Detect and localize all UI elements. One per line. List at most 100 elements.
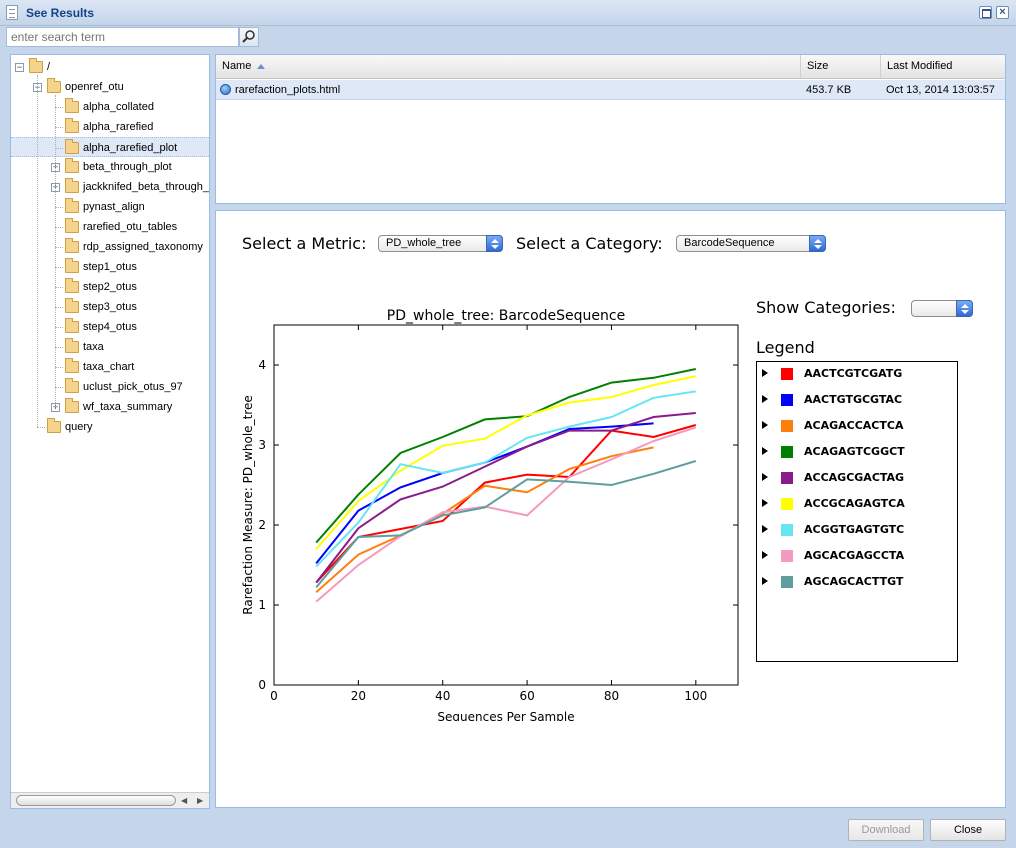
scroll-left-icon[interactable]: ◀ [181, 796, 187, 805]
expand-triangle-icon[interactable] [762, 499, 768, 507]
expand-triangle-icon[interactable] [762, 551, 768, 559]
expand-triangle-icon[interactable] [762, 369, 768, 377]
tree-node-root[interactable]: − / [11, 57, 209, 77]
y-axis-label: Rarefaction Measure: PD_whole_tree [241, 395, 255, 614]
expand-triangle-icon[interactable] [762, 577, 768, 585]
expand-triangle-icon[interactable] [762, 395, 768, 403]
legend-item[interactable]: AACTCGTCGATG [757, 364, 957, 384]
folder-icon [65, 178, 79, 193]
folder-icon [47, 78, 61, 93]
download-button[interactable]: Download [848, 819, 924, 841]
scroll-thumb[interactable] [16, 795, 176, 806]
folder-tree: − / − openref_otu alpha_collated alpha_rarefi… [10, 54, 210, 809]
legend-label: AGCAGCACTTGT [804, 575, 904, 588]
legend-swatch [781, 472, 793, 484]
tree-node-taxa[interactable]: taxa [11, 337, 209, 357]
tree-node-label: alpha_rarefied_plot [83, 142, 178, 154]
file-modified: Oct 13, 2014 13:03:57 [886, 84, 995, 96]
scroll-right-icon[interactable]: ▶ [197, 796, 203, 805]
column-header-name[interactable]: Name [216, 55, 801, 78]
folder-icon [65, 338, 79, 353]
folder-icon [29, 58, 43, 73]
close-icon[interactable]: × [996, 6, 1009, 19]
tree-node-alpha-collated[interactable]: alpha_collated [11, 97, 209, 117]
series-line-aactgtgcgtac [315, 422, 654, 565]
legend-swatch [781, 576, 793, 588]
tree-node-label: step2_otus [83, 281, 137, 293]
folder-icon [65, 118, 79, 133]
y-tick-label: 1 [258, 598, 266, 612]
show-categories-select[interactable] [911, 300, 973, 317]
tree-node-label: step3_otus [83, 301, 137, 313]
folder-icon [65, 278, 79, 293]
column-header-modified[interactable]: Last Modified [881, 55, 1005, 78]
maximize-icon[interactable] [979, 6, 992, 19]
tree-node-rdp-assigned-taxonomy[interactable]: rdp_assigned_taxonomy [11, 237, 209, 257]
tree-node-pynast-align[interactable]: pynast_align [11, 197, 209, 217]
tree-node-step3-otus[interactable]: step3_otus [11, 297, 209, 317]
table-row[interactable]: rarefaction_plots.html 453.7 KB Oct 13, … [216, 80, 1005, 100]
legend-label: ACAGAGTCGGCT [804, 445, 905, 458]
plot-frame [273, 324, 739, 686]
legend-label: ACCGCAGAGTCA [804, 497, 905, 510]
tree-node-label: query [65, 421, 93, 433]
tree-node-label: / [47, 61, 51, 73]
tree-node-alpha-rarefied[interactable]: alpha_rarefied [11, 117, 209, 137]
folder-icon [65, 398, 79, 413]
legend-item[interactable]: ACAGAGTCGGCT [757, 442, 957, 462]
folder-icon [65, 139, 79, 154]
tree-node-label: uclust_pick_otus_97 [83, 381, 183, 393]
legend-item[interactable]: AGCAGCACTTGT [757, 572, 957, 592]
folder-icon [65, 258, 79, 273]
file-name: rarefaction_plots.html [235, 84, 341, 96]
legend-item[interactable]: ACCGCAGAGTCA [757, 494, 957, 514]
legend-item[interactable]: ACAGACCACTCA [757, 416, 957, 436]
x-tick-label: 60 [519, 689, 534, 703]
file-list-header: Name Size Last Modified [216, 55, 1005, 79]
legend-item[interactable]: ACCAGCGACTAG [757, 468, 957, 488]
legend-item[interactable]: AGCACGAGCCTA [757, 546, 957, 566]
legend-box: AACTCGTCGATG AACTGTGCGTAC ACAGACCACTCA ACAG… [756, 361, 958, 662]
tree-node-taxa-chart[interactable]: taxa_chart [11, 357, 209, 377]
expand-triangle-icon[interactable] [762, 421, 768, 429]
category-select[interactable]: BarcodeSequence [676, 235, 826, 252]
tree-node-step1-otus[interactable]: step1_otus [11, 257, 209, 277]
tree-node-step2-otus[interactable]: step2_otus [11, 277, 209, 297]
select-arrows-icon [956, 300, 973, 317]
x-axis-label: Sequences Per Sample [437, 710, 574, 721]
folder-icon [65, 238, 79, 253]
tree-node-label: jackknifed_beta_through_p [83, 181, 210, 193]
tree-node-rarefied-otu-tables[interactable]: rarefied_otu_tables [11, 217, 209, 237]
tree-node-alpha-rarefied-plot[interactable]: alpha_rarefied_plot [11, 137, 209, 157]
tree-node-label: pynast_align [83, 201, 145, 213]
column-header-size[interactable]: Size [801, 55, 881, 78]
legend-item[interactable]: AACTGTGCGTAC [757, 390, 957, 410]
legend-label: AGCACGAGCCTA [804, 549, 905, 562]
tree-node-label: beta_through_plot [83, 161, 172, 173]
series-line-accgcagagtca [315, 375, 697, 550]
tree-node-label: alpha_collated [83, 101, 154, 113]
tree-node-beta-through-plot[interactable]: + beta_through_plot [11, 157, 209, 177]
tree-node-query[interactable]: query [11, 417, 209, 437]
search-button[interactable] [239, 27, 259, 47]
tree-node-label: wf_taxa_summary [83, 401, 173, 413]
series-line-acagaccactca [315, 446, 654, 593]
tree-node-jackknifed-beta-through-p[interactable]: + jackknifed_beta_through_p [11, 177, 209, 197]
collapse-icon[interactable]: − [15, 63, 24, 72]
expand-triangle-icon[interactable] [762, 473, 768, 481]
tree-horizontal-scrollbar[interactable]: ◀ ▶ [11, 792, 209, 808]
metric-select[interactable]: PD_whole_tree [378, 235, 503, 252]
legend-item[interactable]: ACGGTGAGTGTC [757, 520, 957, 540]
expand-triangle-icon[interactable] [762, 525, 768, 533]
html-file-icon [220, 84, 231, 95]
close-button[interactable]: Close [930, 819, 1006, 841]
window-titlebar: See Results × [0, 0, 1016, 26]
tree-node-uclust-pick-otus-97[interactable]: uclust_pick_otus_97 [11, 377, 209, 397]
y-tick-label: 3 [258, 438, 266, 452]
legend-swatch [781, 524, 793, 536]
tree-node-openref-otu[interactable]: − openref_otu [11, 77, 209, 97]
tree-node-step4-otus[interactable]: step4_otus [11, 317, 209, 337]
expand-triangle-icon[interactable] [762, 447, 768, 455]
tree-node-wf-taxa-summary[interactable]: + wf_taxa_summary [11, 397, 209, 417]
search-input[interactable] [6, 27, 239, 47]
